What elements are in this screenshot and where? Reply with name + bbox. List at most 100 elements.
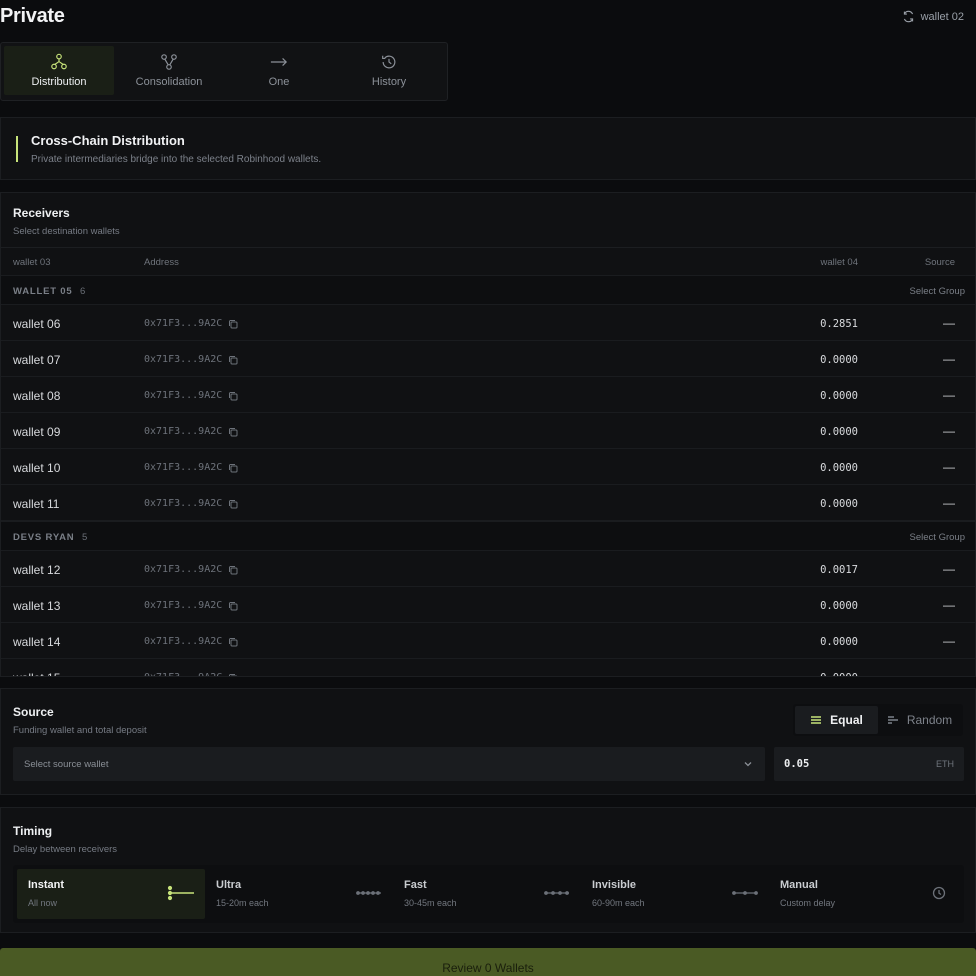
timing-option-instant[interactable]: Instant All now bbox=[17, 869, 205, 919]
receivers-title: Receivers bbox=[13, 206, 70, 220]
group-name: DEVS RYAN bbox=[13, 532, 75, 543]
wallet-name: wallet 15 bbox=[13, 671, 60, 676]
timing-option-ultra[interactable]: Ultra 15-20m each bbox=[205, 869, 393, 919]
wallet-balance: 0.0000 bbox=[820, 462, 858, 474]
address-text: 0x71F3...9A2C bbox=[144, 390, 223, 401]
timing-option-name: Invisible bbox=[592, 879, 637, 891]
wallet-address: 0x71F3...9A2C bbox=[144, 600, 238, 611]
tab-consolidation[interactable]: Consolidation bbox=[114, 46, 224, 95]
timing-option-name: Fast bbox=[404, 879, 427, 891]
table-row[interactable]: wallet 13 0x71F3...9A2C 0.0000 — bbox=[1, 587, 975, 623]
copy-icon[interactable] bbox=[228, 565, 238, 575]
wallet-balance: 0.0000 bbox=[820, 354, 858, 366]
group-name: WALLET 05 bbox=[13, 286, 73, 297]
timing-option-desc: 30-45m each bbox=[404, 898, 457, 908]
copy-icon[interactable] bbox=[228, 463, 238, 473]
split-mode-toggle: Equal Random bbox=[793, 704, 963, 736]
copy-icon[interactable] bbox=[228, 601, 238, 611]
random-mode-button[interactable]: Random bbox=[878, 706, 961, 734]
source-title: Source bbox=[13, 705, 54, 719]
table-row[interactable]: wallet 07 0x71F3...9A2C 0.0000 — bbox=[1, 341, 975, 377]
address-text: 0x71F3...9A2C bbox=[144, 354, 223, 365]
wallet-balance: 0.0000 bbox=[820, 672, 858, 676]
wallet-address: 0x71F3...9A2C bbox=[144, 390, 238, 401]
refresh-icon bbox=[903, 10, 913, 23]
copy-icon[interactable] bbox=[228, 391, 238, 401]
timing-option-manual[interactable]: Manual Custom delay bbox=[769, 869, 957, 919]
wallet-balance: 0.0000 bbox=[820, 600, 858, 612]
address-text: 0x71F3...9A2C bbox=[144, 600, 223, 611]
group-count: 5 bbox=[82, 532, 88, 543]
table-row[interactable]: wallet 15 0x71F3...9A2C 0.0000 — bbox=[1, 659, 975, 678]
wallet-address: 0x71F3...9A2C bbox=[144, 672, 238, 678]
wallet-balance: 0.0000 bbox=[820, 498, 858, 510]
copy-icon[interactable] bbox=[228, 427, 238, 437]
wallet-switcher[interactable]: wallet 02 bbox=[902, 10, 964, 23]
deposit-amount-value: 0.05 bbox=[784, 758, 810, 770]
select-group-button[interactable]: Select Group bbox=[910, 532, 965, 543]
mode-label: Random bbox=[906, 713, 953, 727]
col-balance: wallet 04 bbox=[820, 257, 859, 268]
equal-mode-button[interactable]: Equal bbox=[795, 706, 878, 734]
chevron-down-icon bbox=[744, 762, 752, 767]
timing-option-invisible[interactable]: Invisible 60-90m each bbox=[581, 869, 769, 919]
random-icon bbox=[887, 716, 898, 724]
table-row[interactable]: wallet 11 0x71F3...9A2C 0.0000 — bbox=[1, 485, 975, 521]
source-wallet-select[interactable]: Select source wallet bbox=[13, 747, 765, 781]
timing-option-desc: All now bbox=[28, 898, 58, 908]
instant-icon bbox=[167, 885, 194, 901]
wallet-switcher-label: wallet 02 bbox=[920, 10, 964, 23]
address-text: 0x71F3...9A2C bbox=[144, 462, 223, 473]
copy-icon[interactable] bbox=[228, 355, 238, 365]
wallet-balance: 0.0000 bbox=[820, 636, 858, 648]
wallet-name: wallet 09 bbox=[13, 425, 61, 439]
tab-distribution[interactable]: Distribution bbox=[4, 46, 114, 95]
deposit-amount-field[interactable]: 0.05 ETH bbox=[774, 747, 964, 781]
wallet-name: wallet 07 bbox=[13, 353, 61, 367]
wallet-name: wallet 06 bbox=[13, 317, 61, 331]
copy-icon[interactable] bbox=[228, 319, 238, 329]
timing-option-desc: 15-20m each bbox=[216, 898, 269, 908]
ultra-icon bbox=[356, 891, 381, 895]
wallet-name: wallet 10 bbox=[13, 461, 61, 475]
wallet-address: 0x71F3...9A2C bbox=[144, 318, 238, 329]
copy-icon[interactable] bbox=[228, 673, 238, 678]
table-row[interactable]: wallet 09 0x71F3...9A2C 0.0000 — bbox=[1, 413, 975, 449]
timing-option-fast[interactable]: Fast 30-45m each bbox=[393, 869, 581, 919]
equal-icon bbox=[811, 716, 822, 724]
consolidation-icon bbox=[161, 54, 177, 70]
wallet-balance: 0.0000 bbox=[820, 390, 858, 402]
fast-icon bbox=[544, 891, 569, 895]
tab-one[interactable]: One bbox=[224, 46, 334, 95]
wallet-source: — bbox=[943, 460, 955, 474]
wallet-name: wallet 13 bbox=[13, 599, 61, 613]
wallet-source: — bbox=[943, 496, 955, 510]
wallet-balance: 0.0017 bbox=[820, 564, 858, 576]
receivers-list: WALLET 05 6 Select Group wallet 06 0x71F3...… bbox=[1, 275, 975, 678]
clock-icon bbox=[932, 886, 946, 900]
distribution-icon bbox=[51, 53, 67, 70]
source-subtitle: Funding wallet and total deposit bbox=[13, 725, 147, 736]
arrow-right-icon bbox=[270, 57, 288, 67]
table-row[interactable]: wallet 12 0x71F3...9A2C 0.0017 — bbox=[1, 551, 975, 587]
wallet-address: 0x71F3...9A2C bbox=[144, 498, 238, 509]
copy-icon[interactable] bbox=[228, 637, 238, 647]
col-wallet: wallet 03 bbox=[13, 257, 51, 268]
table-row[interactable]: wallet 14 0x71F3...9A2C 0.0000 — bbox=[1, 623, 975, 659]
wallet-source: — bbox=[943, 670, 955, 677]
group-row: WALLET 05 6 Select Group bbox=[1, 275, 975, 305]
table-row[interactable]: wallet 10 0x71F3...9A2C 0.0000 — bbox=[1, 449, 975, 485]
wallet-source: — bbox=[943, 424, 955, 438]
address-text: 0x71F3...9A2C bbox=[144, 564, 223, 575]
copy-icon[interactable] bbox=[228, 499, 238, 509]
select-group-button[interactable]: Select Group bbox=[910, 286, 965, 297]
wallet-address: 0x71F3...9A2C bbox=[144, 462, 238, 473]
review-wallets-button[interactable]: Review 0 Wallets bbox=[0, 948, 976, 976]
table-row[interactable]: wallet 08 0x71F3...9A2C 0.0000 — bbox=[1, 377, 975, 413]
tab-history[interactable]: History bbox=[334, 46, 444, 95]
wallet-name: wallet 14 bbox=[13, 635, 61, 649]
table-header: wallet 03 Address wallet 04 Source bbox=[1, 247, 975, 275]
table-row[interactable]: wallet 06 0x71F3...9A2C 0.2851 — bbox=[1, 305, 975, 341]
accent-bar bbox=[16, 136, 18, 162]
address-text: 0x71F3...9A2C bbox=[144, 498, 223, 509]
